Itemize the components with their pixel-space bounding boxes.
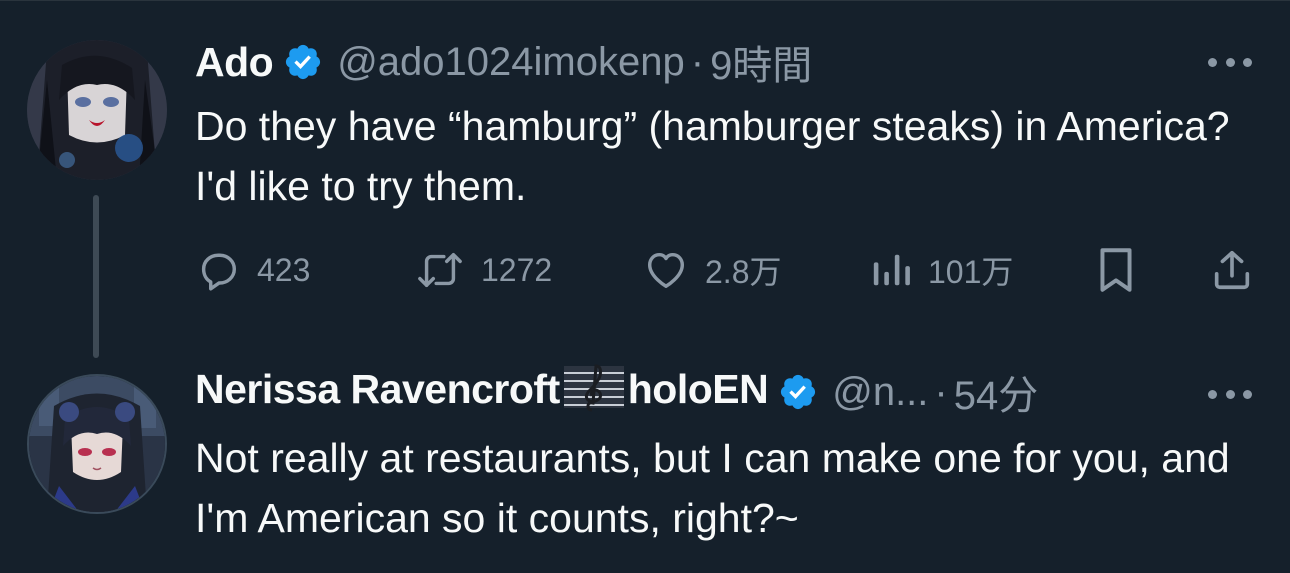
views-button[interactable]: 101万	[870, 240, 1013, 300]
reply-count: 423	[257, 251, 311, 288]
author-name[interactable]: Ado	[195, 39, 274, 86]
like-count: 2.8万	[705, 254, 782, 290]
avatar[interactable]	[27, 374, 167, 514]
action-bar: 423 1272 2.8万 101万	[195, 240, 1265, 300]
reply-icon	[201, 253, 237, 291]
separator-dot: ·	[690, 39, 705, 84]
views-count: 101万	[928, 254, 1014, 290]
bookmark-icon	[1100, 248, 1132, 292]
tweet-header: Nerissa Ravencroft holoEN @n... · 54分	[195, 364, 1038, 418]
views-icon	[873, 254, 910, 286]
verified-badge-icon	[778, 372, 818, 412]
like-button[interactable]: 2.8万	[643, 240, 782, 300]
thread-connector-line	[93, 195, 99, 358]
timestamp[interactable]: 9時間	[710, 33, 812, 91]
heart-icon	[647, 252, 685, 289]
tweet[interactable]: Ado @ado1024imokenp · 9時間 Do they have “…	[0, 0, 1290, 360]
author-handle[interactable]: @n...	[832, 370, 928, 415]
reply-button[interactable]: 423	[195, 240, 310, 300]
verified-badge-icon	[283, 42, 323, 82]
musical-score-icon	[562, 362, 626, 422]
share-button[interactable]	[1209, 240, 1255, 300]
avatar[interactable]	[27, 40, 167, 180]
author-name-prefix: Nerissa Ravencroft	[195, 365, 560, 412]
more-options-icon[interactable]	[1208, 384, 1252, 404]
author-name-suffix: holoEN	[627, 365, 769, 412]
tweet-text: Not really at restaurants, but I can mak…	[195, 435, 1230, 541]
retweet-icon	[418, 252, 462, 288]
author-name[interactable]: Nerissa Ravencroft holoEN	[195, 362, 769, 422]
tweet-header: Ado @ado1024imokenp · 9時間	[195, 38, 812, 89]
tweet-text: Do they have “hamburg” (hamburger steaks…	[195, 103, 1230, 209]
retweet-button[interactable]: 1272	[415, 240, 552, 300]
bookmark-button[interactable]	[1095, 240, 1137, 300]
timestamp[interactable]: 54分	[954, 363, 1039, 421]
share-icon	[1214, 250, 1250, 290]
author-handle[interactable]: @ado1024imokenp	[337, 40, 685, 85]
more-options-icon[interactable]	[1208, 52, 1252, 72]
retweet-count: 1272	[481, 251, 553, 288]
separator-dot: ·	[934, 369, 948, 414]
tweet[interactable]: Nerissa Ravencroft holoEN @n... · 54分 No	[0, 360, 1290, 573]
